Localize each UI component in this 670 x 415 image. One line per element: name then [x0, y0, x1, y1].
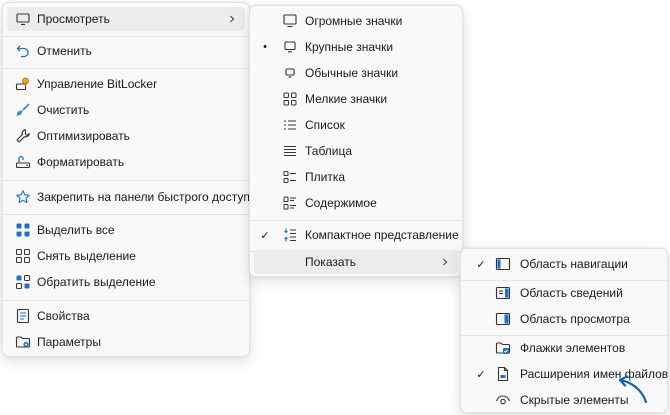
- menu-item-details-pane[interactable]: Область сведений: [465, 281, 663, 305]
- menu-item-tiles[interactable]: Плитка: [254, 165, 458, 189]
- separator: [250, 220, 462, 221]
- details-icon: [282, 143, 298, 159]
- menu-item-label: Закрепить на панели быстрого доступа: [37, 190, 257, 204]
- checkmark-icon: ✓: [476, 258, 486, 271]
- menu-item-options[interactable]: Параметры: [7, 330, 245, 354]
- separator: [3, 68, 249, 69]
- content-icon: [282, 195, 298, 211]
- medium-icons-icon: [282, 65, 298, 81]
- menu-item-label: Выделить все: [37, 223, 115, 237]
- menu-item-bitlocker[interactable]: Управление BitLocker: [7, 72, 245, 96]
- menu-item-label: Управление BitLocker: [37, 77, 158, 91]
- menu-item-medium-icons[interactable]: Обычные значки: [254, 61, 458, 85]
- menu-item-label: Огромные значки: [305, 14, 403, 28]
- menu-item-label: Свойства: [37, 309, 90, 323]
- menu-item-undo[interactable]: Отменить: [7, 39, 245, 63]
- menu-item-cleanup[interactable]: Очистить: [7, 98, 245, 122]
- view-submenu: Огромные значки • Крупные значки Обычные…: [249, 5, 463, 277]
- menu-item-format[interactable]: Форматировать: [7, 150, 245, 174]
- menu-item-label: Содержимое: [305, 196, 377, 210]
- menu-item-extra-large-icons[interactable]: Огромные значки: [254, 9, 458, 33]
- menu-item-show[interactable]: Показать: [254, 250, 458, 274]
- menu-item-label: Снять выделение: [37, 249, 136, 263]
- menu-item-label: Оптимизировать: [37, 129, 130, 143]
- details-pane-icon: [495, 285, 511, 301]
- menu-item-label: Плитка: [305, 170, 346, 184]
- navigation-pane-icon: [495, 256, 511, 272]
- menu-item-view[interactable]: Просмотреть: [7, 7, 245, 31]
- menu-item-label: Просмотреть: [37, 12, 110, 26]
- menu-item-pin-quick-access[interactable]: Закрепить на панели быстрого доступа: [7, 185, 257, 209]
- broom-icon: [15, 102, 31, 118]
- separator: [3, 180, 249, 181]
- item-checkboxes-icon: [495, 340, 511, 356]
- options-folder-icon: [15, 334, 31, 350]
- star-icon: [15, 189, 31, 205]
- menu-item-label: Показать: [305, 255, 357, 269]
- menu-item-select-none[interactable]: Снять выделение: [7, 244, 245, 268]
- menu-item-invert-selection[interactable]: Обратить выделение: [7, 270, 245, 294]
- menu-item-preview-pane[interactable]: Область просмотра: [465, 307, 663, 331]
- format-drive-icon: [15, 154, 31, 170]
- select-all-icon: [15, 222, 31, 238]
- undo-icon: [15, 43, 31, 59]
- wrench-icon: [15, 128, 31, 144]
- invert-selection-icon: [15, 274, 31, 290]
- select-none-icon: [15, 248, 31, 264]
- menu-item-label: Таблица: [305, 144, 353, 158]
- menu-item-item-checkboxes[interactable]: Флажки элементов: [465, 336, 663, 360]
- separator: [3, 300, 249, 301]
- small-icons-icon: [282, 91, 298, 107]
- menu-item-label: Область навигации: [520, 257, 628, 271]
- menu-item-label: Список: [305, 118, 345, 132]
- menu-item-label: Крупные значки: [305, 40, 394, 54]
- menu-item-label: Очистить: [37, 103, 90, 117]
- menu-item-small-icons[interactable]: Мелкие значки: [254, 87, 458, 111]
- menu-item-label: Компактное представление: [305, 228, 459, 242]
- compact-view-icon: [282, 227, 298, 243]
- eye-icon: [495, 392, 511, 408]
- menu-item-details[interactable]: Таблица: [254, 139, 458, 163]
- preview-pane-icon: [495, 311, 511, 327]
- menu-item-navigation-pane[interactable]: ✓ Область навигации: [465, 252, 663, 276]
- menu-item-label: Обратить выделение: [37, 275, 156, 289]
- file-extension-icon: [495, 366, 511, 382]
- menu-item-properties[interactable]: Свойства: [7, 304, 245, 328]
- menu-item-label: Отменить: [37, 44, 92, 58]
- checkmark-icon: ✓: [260, 229, 270, 242]
- menu-item-label: Форматировать: [37, 155, 125, 169]
- menu-item-list[interactable]: Список: [254, 113, 458, 137]
- menu-item-optimize[interactable]: Оптимизировать: [7, 124, 245, 148]
- monitor-icon: [15, 11, 31, 27]
- bullet-marker: •: [263, 41, 267, 53]
- bitlocker-key-icon: [15, 76, 31, 92]
- menu-item-label: Мелкие значки: [305, 92, 388, 106]
- separator: [3, 36, 249, 37]
- extra-large-icons-icon: [282, 13, 298, 29]
- list-icon: [282, 117, 298, 133]
- menu-item-label: Область сведений: [520, 286, 623, 300]
- annotation-arrow-icon: [618, 375, 648, 404]
- properties-icon: [15, 308, 31, 324]
- menu-item-label: Флажки элементов: [520, 341, 626, 355]
- separator: [3, 214, 249, 215]
- tiles-icon: [282, 169, 298, 185]
- menu-item-content[interactable]: Содержимое: [254, 191, 458, 215]
- menu-item-compact-view[interactable]: ✓ Компактное представление: [254, 223, 458, 247]
- menu-item-label: Параметры: [37, 335, 101, 349]
- chevron-right-icon: [227, 14, 237, 24]
- menu-item-select-all[interactable]: Выделить все: [7, 218, 245, 242]
- menu-item-large-icons[interactable]: • Крупные значки: [254, 35, 458, 59]
- menu-item-label: Обычные значки: [305, 66, 399, 80]
- menu-item-label: Область просмотра: [520, 312, 630, 326]
- context-menu: Просмотреть Отменить Управление BitLocke…: [2, 2, 257, 357]
- large-icons-icon: [282, 39, 298, 55]
- chevron-right-icon: [440, 257, 450, 267]
- checkmark-icon: ✓: [476, 368, 486, 381]
